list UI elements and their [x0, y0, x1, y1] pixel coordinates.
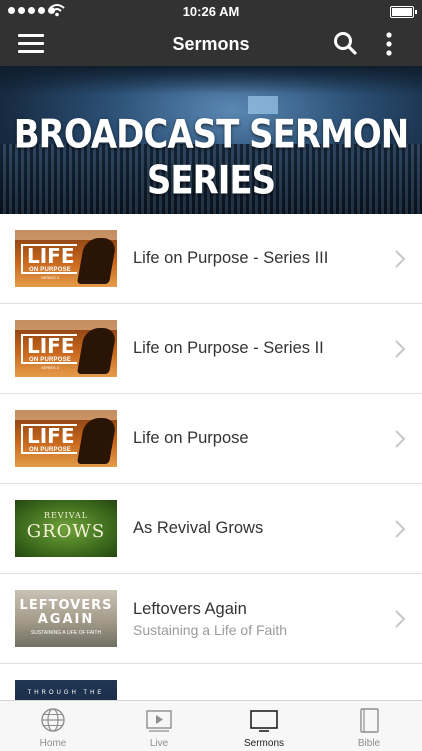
tab-label: Home: [39, 738, 67, 749]
status-bar: 10:26 AM: [0, 0, 422, 22]
globe-icon: [41, 708, 65, 732]
book-icon: [360, 708, 379, 733]
nav-bar: Sermons: [0, 22, 422, 66]
tab-sermons[interactable]: Sermons: [211, 701, 317, 751]
tv-icon: [250, 710, 278, 732]
sermon-series-list: LIFE ON PURPOSE SERIES 3 Life on Purpose…: [0, 214, 422, 700]
battery-icon: [390, 6, 417, 18]
list-item[interactable]: LEFTOVERS AGAIN SUSTAINING A LIFE OF FAI…: [0, 574, 422, 664]
play-icon: [146, 710, 172, 732]
tab-live[interactable]: Live: [106, 701, 212, 751]
tab-label: Sermons: [243, 738, 284, 749]
status-time: 10:26 AM: [182, 4, 240, 19]
tab-label: Live: [149, 738, 169, 749]
list-item[interactable]: LIFE ON PURPOSE Life on Purpose: [0, 394, 422, 484]
series-title: Life on Purpose: [133, 429, 249, 447]
more-options-icon[interactable]: [378, 30, 400, 58]
chevron-right-icon: [395, 430, 406, 448]
series-title: Life on Purpose - Series II: [133, 339, 324, 357]
tab-bar: Home Live Sermons Bible: [0, 700, 422, 751]
search-icon[interactable]: [332, 30, 358, 56]
tab-home[interactable]: Home: [0, 701, 106, 751]
list-item[interactable]: REVIVAL GROWS As Revival Grows: [0, 484, 422, 574]
tab-bible[interactable]: Bible: [316, 701, 422, 751]
chevron-right-icon: [395, 340, 406, 358]
series-thumbnail: LEFTOVERS AGAIN SUSTAINING A LIFE OF FAI…: [15, 590, 117, 647]
series-title: Life on Purpose - Series III: [133, 249, 329, 267]
tab-label: Bible: [357, 738, 381, 749]
page-title: Sermons: [172, 34, 250, 54]
series-thumbnail: LIFE ON PURPOSE SERIES 3: [15, 230, 117, 287]
list-item[interactable]: THROUGH THE: [0, 664, 422, 700]
series-title: As Revival Grows: [133, 519, 264, 537]
list-item[interactable]: LIFE ON PURPOSE SERIES 2 Life on Purpose…: [0, 304, 422, 394]
series-thumbnail: LIFE ON PURPOSE SERIES 2: [15, 320, 117, 377]
series-thumbnail: REVIVAL GROWS: [15, 500, 117, 557]
series-title: Leftovers Again: [133, 599, 247, 618]
chevron-right-icon: [395, 610, 406, 628]
chevron-right-icon: [395, 250, 406, 268]
series-thumbnail: LIFE ON PURPOSE: [15, 410, 117, 467]
chevron-right-icon: [395, 520, 406, 538]
hero-banner: BROADCAST SERMON SERIES: [0, 66, 422, 214]
hero-title: BROADCAST SERMON SERIES: [13, 112, 410, 204]
series-subtitle: Sustaining a Life of Faith: [133, 621, 288, 638]
list-item[interactable]: LIFE ON PURPOSE SERIES 3 Life on Purpose…: [0, 214, 422, 304]
series-thumbnail: THROUGH THE: [15, 680, 117, 700]
